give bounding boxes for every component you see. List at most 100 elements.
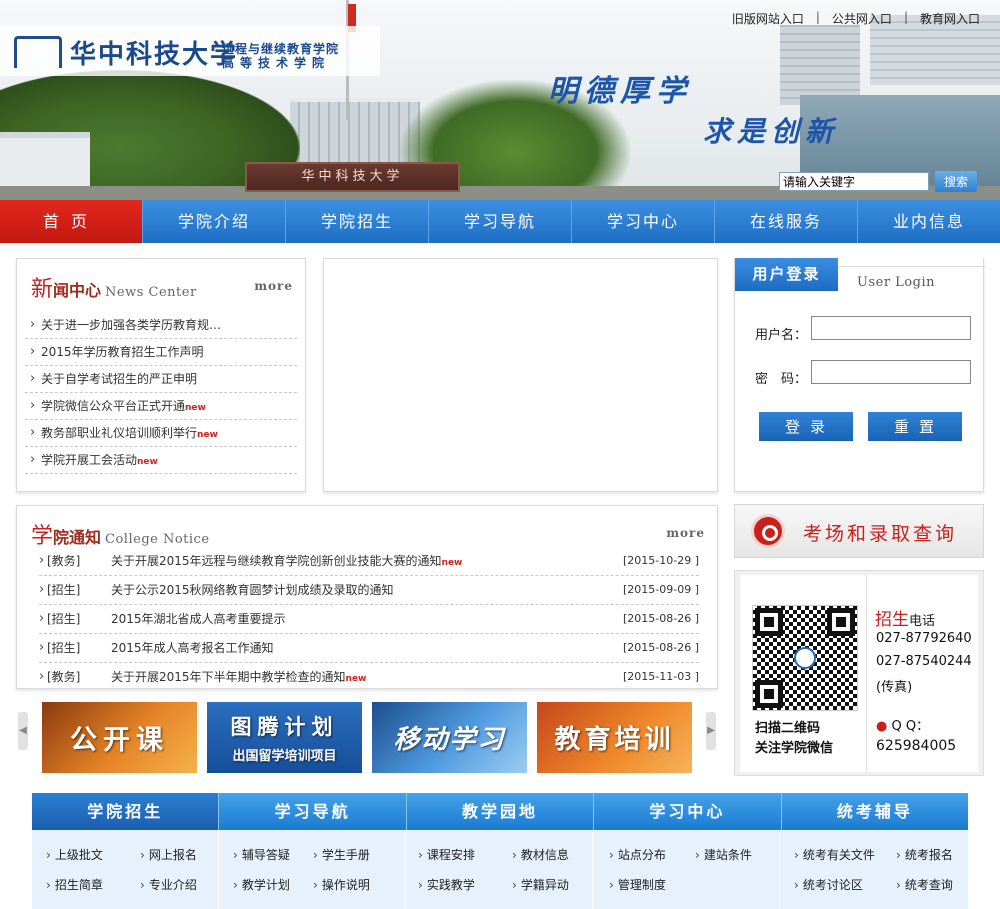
motto-line-1: 明德厚学 xyxy=(548,74,692,109)
nav-study-guide[interactable]: 学习导航 xyxy=(429,200,572,243)
qr-caption-follow: 关注学院微信 xyxy=(755,741,834,756)
bottom-link[interactable]: 课程安排 xyxy=(418,846,475,863)
nav-about[interactable]: 学院介绍 xyxy=(143,200,286,243)
bottom-link[interactable]: 上级批文 xyxy=(46,846,103,863)
bottom-link[interactable]: 招生简章 xyxy=(46,876,103,893)
search-input[interactable] xyxy=(779,172,929,191)
bottom-nav-panel: 学院招生 学习导航 教学园地 学习中心 统考辅导 上级批文 网上报名 招生简章 … xyxy=(32,793,969,909)
notice-item[interactable]: [教务] 关于开展2015年下半年期中教学检查的通知new [2015-11-03 … xyxy=(39,663,699,692)
notice-item[interactable]: [招生] 2015年成人高考报名工作通知 [2015-08-26 ] xyxy=(39,634,699,663)
tab-admissions[interactable]: 学院招生 xyxy=(32,793,220,830)
notice-more-link[interactable]: more xyxy=(666,526,705,540)
notice-item[interactable]: [教务] 关于开展2015年远程与继续教育学院创新创业技能大赛的通知new [201… xyxy=(39,547,699,576)
edu-network-link[interactable]: 教育网入口 xyxy=(920,10,980,27)
public-network-link[interactable]: 公共网入口 xyxy=(832,10,892,27)
tab-teaching[interactable]: 教学园地 xyxy=(406,793,595,830)
qr-logo-icon xyxy=(794,647,816,669)
notice-text: 关于开展2015年远程与继续教育学院创新创业技能大赛的通知 xyxy=(111,554,442,568)
news-item-text: 教务部职业礼仪培训顺利举行 xyxy=(41,426,198,440)
news-item[interactable]: 2015年学历教育招生工作声明 xyxy=(25,339,297,366)
fax-label: (传真) xyxy=(876,680,913,695)
exam-admission-query-button[interactable]: 考场和录取查询 xyxy=(734,504,984,558)
news-title-big: 新 xyxy=(31,277,54,302)
site-header: 华中科技大学 华中科技大学 远程与继续教育学院 高等技术学院 明德厚学 求是创新… xyxy=(0,0,1000,200)
password-field[interactable] xyxy=(811,360,971,384)
bottom-link[interactable]: 实践教学 xyxy=(418,876,475,893)
nav-admissions[interactable]: 学院招生 xyxy=(286,200,429,243)
qr-finder xyxy=(827,608,855,636)
bottom-link[interactable]: 站点分布 xyxy=(609,846,666,863)
banner-title: 图腾计划 xyxy=(230,715,339,739)
notice-category: [招生] xyxy=(47,583,81,597)
news-item[interactable]: 学院微信公众平台正式开通new xyxy=(25,393,297,420)
banner-mobile-learning[interactable]: 移动学习 xyxy=(372,702,527,773)
notice-date: [2015-08-26 ] xyxy=(622,641,699,654)
bottom-col-admissions: 上级批文 网上报名 招生简章 专业介绍 xyxy=(32,830,219,909)
bottom-link[interactable]: 网上报名 xyxy=(140,846,197,863)
banner-next-arrow[interactable]: ▶ xyxy=(706,712,716,750)
login-button[interactable]: 登录 xyxy=(759,412,853,441)
bottom-link[interactable]: 统考讨论区 xyxy=(794,876,863,893)
bottom-link[interactable]: 专业介绍 xyxy=(140,876,197,893)
tab-unified-exam[interactable]: 统考辅导 xyxy=(781,793,969,830)
notice-category: [教务] xyxy=(47,670,81,684)
bottom-link[interactable]: 操作说明 xyxy=(313,876,370,893)
banner-title: 教育培训 xyxy=(554,725,675,755)
bottom-link[interactable]: 学籍异动 xyxy=(512,876,569,893)
qq-label-row: ● Q Q： xyxy=(876,715,929,734)
banner-open-course[interactable]: 公开课 xyxy=(42,702,197,773)
nav-study-center[interactable]: 学习中心 xyxy=(572,200,715,243)
bottom-col-unified-exam: 统考有关文件 统考报名 统考讨论区 统考查询 xyxy=(780,830,968,909)
university-name: 华中科技大学 xyxy=(70,40,239,70)
tab-study-center[interactable]: 学习中心 xyxy=(594,793,782,830)
notice-text: 关于开展2015年下半年期中教学检查的通知 xyxy=(111,670,346,684)
banner-education-training[interactable]: 教育培训 xyxy=(537,702,692,773)
news-item[interactable]: 关于进一步加强各类学历教育规… xyxy=(25,312,297,339)
old-site-link[interactable]: 旧版网站入口 xyxy=(732,10,804,27)
news-center-title: 新 闻中心 News Center xyxy=(31,271,197,303)
news-more-link[interactable]: more xyxy=(254,279,293,293)
phone-2: 027-87540244 xyxy=(876,654,972,669)
news-item[interactable]: 教务部职业礼仪培训顺利举行new xyxy=(25,420,297,447)
contact-inner: 扫描二维码 关注学院微信 招生电话 027-87792640 027-87540… xyxy=(740,575,978,772)
news-item[interactable]: 关于自学考试招生的严正申明 xyxy=(25,366,297,393)
news-title-en: News Center xyxy=(105,285,197,300)
nav-home[interactable]: 首页 xyxy=(0,200,143,243)
bottom-link[interactable]: 建站条件 xyxy=(695,846,752,863)
search-button[interactable]: 搜索 xyxy=(935,171,977,192)
notice-date: [2015-10-29 ] xyxy=(622,554,699,567)
notice-list: [教务] 关于开展2015年远程与继续教育学院创新创业技能大赛的通知 new [201… xyxy=(39,547,699,692)
qr-finder xyxy=(755,608,783,636)
news-item-text: 关于进一步加强各类学历教育规… xyxy=(41,318,222,332)
bottom-link[interactable]: 辅导答疑 xyxy=(233,846,290,863)
username-field[interactable] xyxy=(811,316,971,340)
reset-button[interactable]: 重置 xyxy=(868,412,962,441)
nav-industry-info[interactable]: 业内信息 xyxy=(858,200,1000,243)
banner-prev-arrow[interactable]: ◀ xyxy=(18,712,28,750)
new-badge: new xyxy=(197,430,218,440)
bottom-link[interactable]: 管理制度 xyxy=(609,876,666,893)
news-center-panel: 新 闻中心 News Center more 关于进一步加强各类学历教育规… 2… xyxy=(16,258,306,492)
nav-online-service[interactable]: 在线服务 xyxy=(715,200,858,243)
notice-title-en: College Notice xyxy=(105,532,210,547)
tab-study-guide[interactable]: 学习导航 xyxy=(219,793,407,830)
contact-box: 扫描二维码 关注学院微信 招生电话 027-87792640 027-87540… xyxy=(734,570,984,776)
notice-item[interactable]: [招生] 关于公示2015秋网络教育圆梦计划成绩及录取的通知 [2015-09-09… xyxy=(39,576,699,605)
bottom-link[interactable]: 统考报名 xyxy=(896,846,953,863)
gate-sign: 华中科技大学 xyxy=(245,162,460,192)
bottom-link[interactable]: 统考查询 xyxy=(896,876,953,893)
bottom-link[interactable]: 教学计划 xyxy=(233,876,290,893)
toplink-separator: | xyxy=(903,10,908,24)
motto-line-2: 求是创新 xyxy=(703,115,840,148)
new-badge: new xyxy=(345,674,367,684)
wechat-qr-code xyxy=(752,605,858,711)
slideshow-area[interactable] xyxy=(323,258,718,492)
banner-totem-plan[interactable]: 图腾计划 出国留学培训项目 xyxy=(207,702,362,773)
notice-item[interactable]: [招生] 2015年湖北省成人高考重要提示 [2015-08-26 ] xyxy=(39,605,699,634)
news-item[interactable]: 学院开展工会活动new xyxy=(25,447,297,474)
qr-caption-scan: 扫描二维码 xyxy=(755,721,821,736)
bottom-link[interactable]: 教材信息 xyxy=(512,846,569,863)
bottom-link[interactable]: 统考有关文件 xyxy=(794,846,875,863)
toplink-separator: | xyxy=(815,10,820,24)
bottom-link[interactable]: 学生手册 xyxy=(313,846,370,863)
